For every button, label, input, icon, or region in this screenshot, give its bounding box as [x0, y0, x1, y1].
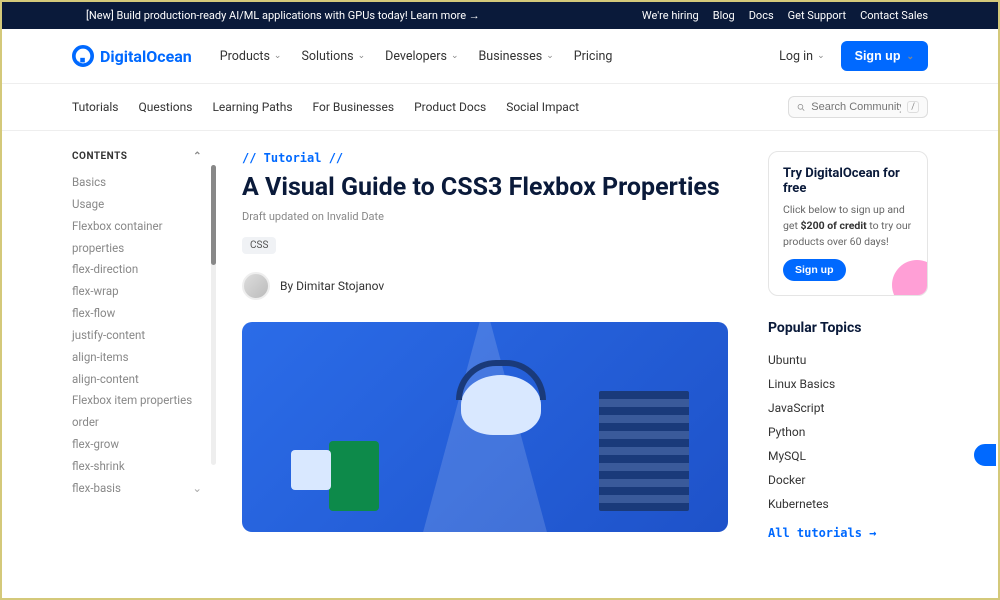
- help-badge[interactable]: [972, 442, 998, 468]
- toc-scrollbar[interactable]: [211, 165, 216, 465]
- toc-list: Basics Usage Flexbox container propertie…: [72, 172, 202, 500]
- chevron-down-icon: ⌄: [906, 51, 914, 62]
- popular-topic[interactable]: MySQL: [768, 444, 928, 468]
- nav-businesses[interactable]: Businesses⌄: [479, 49, 554, 64]
- toc-item[interactable]: align-content: [72, 369, 202, 391]
- search-input[interactable]: [811, 101, 901, 113]
- popular-topic[interactable]: Linux Basics: [768, 372, 928, 396]
- collapse-icon[interactable]: ⌃: [193, 151, 202, 162]
- popular-heading: Popular Topics: [768, 320, 928, 336]
- promo-signup-button[interactable]: Sign up: [783, 259, 846, 281]
- promo-card: Try DigitalOcean for free Click below to…: [768, 151, 928, 296]
- promo-title: Try DigitalOcean for free: [783, 166, 913, 196]
- tab-learning-paths[interactable]: Learning Paths: [212, 100, 292, 114]
- toc-item[interactable]: Basics: [72, 172, 202, 194]
- toc-item[interactable]: justify-content: [72, 325, 202, 347]
- chevron-down-icon: ⌄: [451, 51, 459, 61]
- toc-item[interactable]: flex-wrap: [72, 281, 202, 303]
- toc-scrollthumb[interactable]: [211, 165, 216, 265]
- tab-tutorials[interactable]: Tutorials: [72, 100, 119, 114]
- toc-item[interactable]: Flexbox container properties: [72, 216, 202, 260]
- logo[interactable]: DigitalOcean: [72, 45, 192, 67]
- announcement-link[interactable]: [New] Build production-ready AI/ML appli…: [86, 9, 480, 22]
- chevron-down-icon: ⌄: [192, 478, 202, 500]
- support-link[interactable]: Get Support: [788, 9, 846, 22]
- popular-topic[interactable]: Python: [768, 420, 928, 444]
- popular-topic[interactable]: Ubuntu: [768, 348, 928, 372]
- popular-topic[interactable]: Kubernetes: [768, 492, 928, 516]
- brand-name: DigitalOcean: [100, 47, 192, 66]
- tab-questions[interactable]: Questions: [139, 100, 193, 114]
- nav-products[interactable]: Products⌄: [220, 49, 282, 64]
- toc-item[interactable]: flex-flow: [72, 303, 202, 325]
- chevron-down-icon: ⌄: [817, 51, 825, 61]
- chevron-down-icon: ⌄: [546, 51, 554, 61]
- tab-social-impact[interactable]: Social Impact: [506, 100, 579, 114]
- popular-topic[interactable]: JavaScript: [768, 396, 928, 420]
- toc-item[interactable]: flex-grow: [72, 434, 202, 456]
- login-link[interactable]: Log in⌄: [779, 49, 824, 64]
- decorative-blob: [892, 260, 928, 296]
- topic-tag[interactable]: CSS: [242, 237, 276, 254]
- toc-item[interactable]: flex-basis⌄: [72, 478, 202, 500]
- author-byline: By Dimitar Stojanov: [280, 279, 384, 293]
- breadcrumb: // Tutorial //: [242, 151, 728, 165]
- all-tutorials-link[interactable]: All tutorials →: [768, 526, 928, 540]
- tab-for-businesses[interactable]: For Businesses: [313, 100, 395, 114]
- hero-image: [242, 322, 728, 532]
- hiring-link[interactable]: We're hiring: [642, 9, 699, 22]
- popular-topic[interactable]: Docker: [768, 468, 928, 492]
- tab-product-docs[interactable]: Product Docs: [414, 100, 486, 114]
- nav-developers[interactable]: Developers⌄: [385, 49, 458, 64]
- signup-button[interactable]: Sign up⌄: [841, 41, 928, 71]
- toc-item[interactable]: order: [72, 412, 202, 434]
- author-avatar: [242, 272, 270, 300]
- toc-item[interactable]: Usage: [72, 194, 202, 216]
- chevron-down-icon: ⌄: [274, 51, 282, 61]
- search-box[interactable]: /: [788, 96, 928, 118]
- contact-sales-link[interactable]: Contact Sales: [860, 9, 928, 22]
- nav-pricing[interactable]: Pricing: [574, 49, 613, 64]
- article-title: A Visual Guide to CSS3 Flexbox Propertie…: [242, 173, 728, 202]
- docs-link[interactable]: Docs: [749, 9, 774, 22]
- toc-item[interactable]: Flexbox item properties: [72, 390, 202, 412]
- nav-solutions[interactable]: Solutions⌄: [301, 49, 365, 64]
- search-shortcut: /: [907, 101, 919, 113]
- article-meta: Draft updated on Invalid Date: [242, 210, 728, 223]
- toc-heading: CONTENTS: [72, 151, 127, 162]
- chevron-down-icon: ⌄: [358, 51, 366, 61]
- toc-item[interactable]: flex-direction: [72, 259, 202, 281]
- logo-icon: [72, 45, 94, 67]
- promo-body: Click below to sign up and get $200 of c…: [783, 202, 913, 249]
- toc-item[interactable]: flex-shrink: [72, 456, 202, 478]
- blog-link[interactable]: Blog: [713, 9, 735, 22]
- search-icon: [797, 102, 805, 113]
- toc-item[interactable]: align-items: [72, 347, 202, 369]
